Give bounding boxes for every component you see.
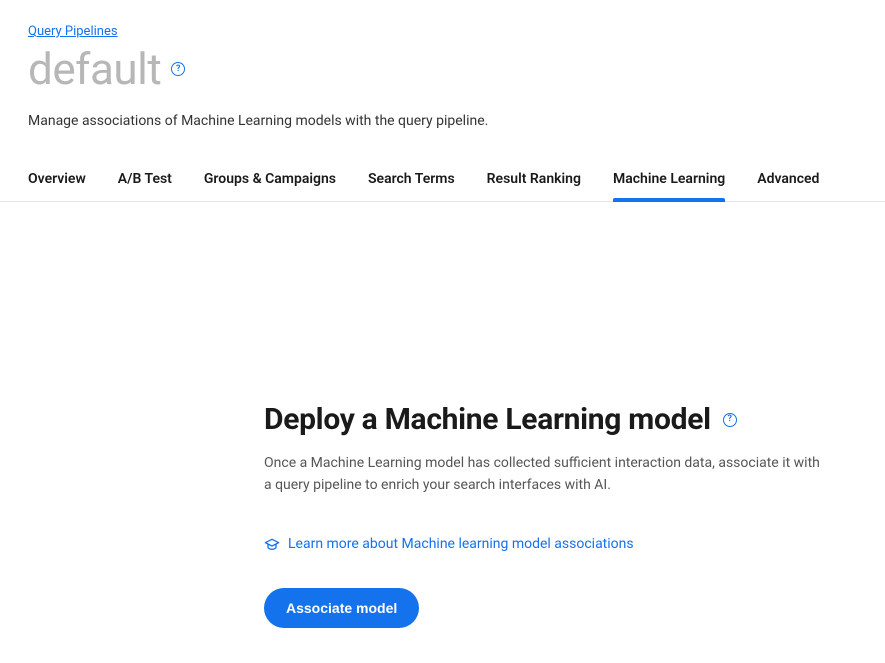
help-icon[interactable]: ?: [171, 62, 185, 76]
tab-ab-test[interactable]: A/B Test: [118, 171, 172, 201]
deploy-title: Deploy a Machine Learning model: [264, 402, 711, 437]
learn-more-text: Learn more about Machine learning model …: [288, 536, 634, 552]
tab-advanced[interactable]: Advanced: [757, 171, 819, 201]
learn-more-link[interactable]: Learn more about Machine learning model …: [264, 536, 824, 552]
page-subtitle: Manage associations of Machine Learning …: [28, 113, 857, 129]
page-title: default: [28, 43, 161, 95]
deploy-description: Once a Machine Learning model has collec…: [264, 453, 824, 496]
tab-result-ranking[interactable]: Result Ranking: [487, 171, 581, 201]
tab-search-terms[interactable]: Search Terms: [368, 171, 455, 201]
tab-overview[interactable]: Overview: [28, 171, 86, 201]
graduation-cap-icon: [264, 536, 280, 552]
breadcrumb-link[interactable]: Query Pipelines: [28, 24, 118, 39]
tab-groups-campaigns[interactable]: Groups & Campaigns: [204, 171, 336, 201]
associate-model-button[interactable]: Associate model: [264, 588, 419, 628]
tab-machine-learning[interactable]: Machine Learning: [613, 171, 725, 201]
help-icon[interactable]: ?: [723, 413, 737, 427]
tab-bar: Overview A/B Test Groups & Campaigns Sea…: [0, 171, 885, 202]
